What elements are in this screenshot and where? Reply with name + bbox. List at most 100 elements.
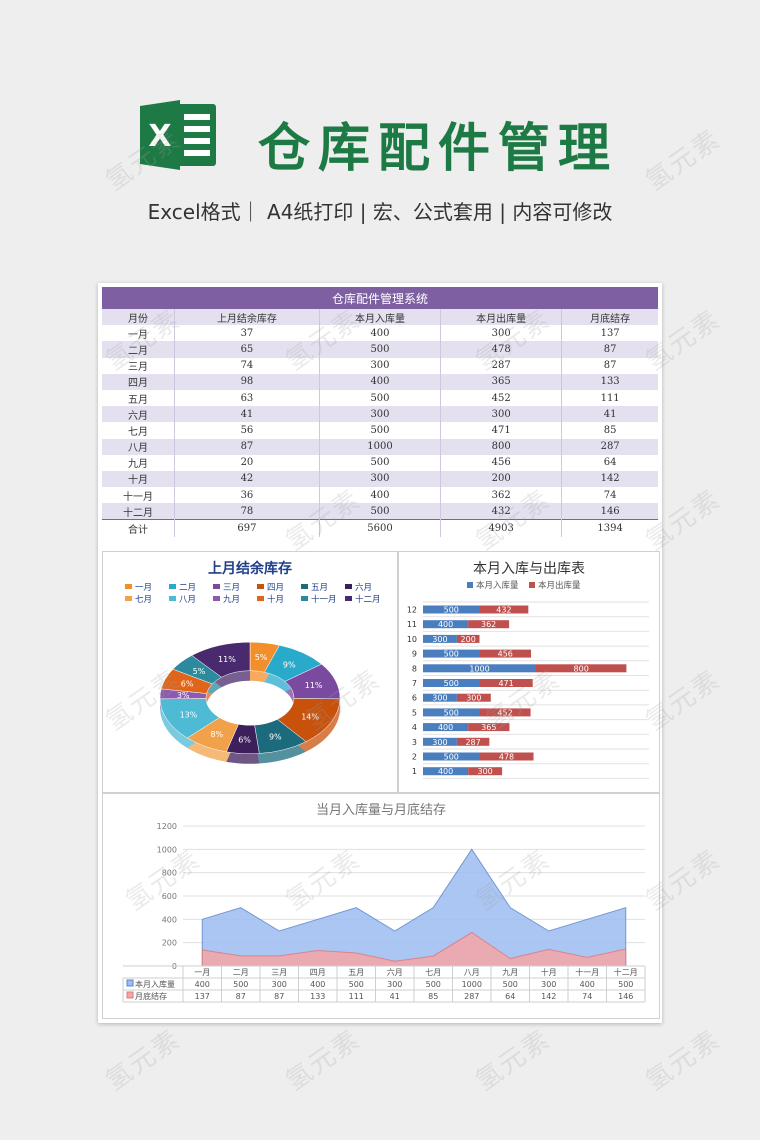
y-tick-label: 8	[412, 664, 417, 673]
y-tick-label: 600	[162, 892, 177, 901]
bar-data-label: 500	[444, 679, 459, 688]
data-table-value: 400	[580, 980, 595, 989]
table-cell: 111	[561, 389, 658, 407]
bar-data-label: 300	[478, 767, 493, 776]
table-row: 五月 63 500 452 111	[102, 389, 658, 407]
table-row: 六月 41 300 300 41	[102, 406, 658, 423]
table-cell: 一月	[102, 325, 175, 342]
logo-letter: X	[148, 119, 171, 154]
bar-data-label: 365	[481, 723, 496, 732]
table-cell: 365	[440, 373, 563, 390]
data-table-value: 500	[233, 980, 248, 989]
y-tick-label: 12	[407, 606, 417, 615]
table-row: 十月 42 300 200 142	[102, 470, 658, 488]
table-cell: 287	[440, 357, 563, 374]
bar-data-label: 500	[444, 753, 459, 762]
area-chart-panel: 当月入库量与月底结存 020040060080010001200一月二月三月四月…	[102, 793, 660, 1019]
legend-swatch	[301, 596, 308, 601]
table-header-row: 月份 上月结余库存 本月入库量 本月出库量 月底结存	[102, 309, 658, 326]
y-tick-label: 9	[412, 650, 417, 659]
bar-data-label: 300	[432, 635, 447, 644]
table-cell: 300	[319, 406, 442, 423]
watermark-text: 氢元素	[470, 1024, 557, 1097]
table-row: 一月 37 400 300 137	[102, 325, 658, 342]
table-row: 四月 98 400 365 133	[102, 373, 658, 390]
table-cell: 九月	[102, 454, 175, 471]
table-cell: 二月	[102, 341, 175, 358]
donut-data-label: 9%	[269, 732, 282, 741]
table-cell: 36	[174, 487, 320, 504]
data-table-value: 111	[349, 992, 364, 1001]
page-subtitle: Excel格式｜ A4纸打印 | 宏、公式套用 | 内容可修改	[147, 200, 613, 224]
legend-label: 四月	[267, 583, 284, 593]
data-table-value: 133	[310, 992, 325, 1001]
table-cell: 697	[174, 519, 320, 537]
bar-data-label: 800	[574, 664, 589, 673]
table-cell: 98	[174, 373, 320, 390]
table-cell: 1000	[319, 438, 442, 455]
table-cell: 87	[174, 438, 320, 455]
table-cell: 56	[174, 422, 320, 439]
data-table-value: 146	[618, 992, 633, 1001]
page-title: 仓库配件管理	[258, 119, 619, 179]
donut-data-label: 11%	[305, 681, 323, 690]
donut-chart-panel: 上月结余库存 一月 二月 三月 四月 五月 六月 七月 八月 九月 十月 十一月 十二月 5% 9% 11%…	[102, 551, 398, 793]
bar-chart: 本月入库量 本月出库量12 500 43211 400 36210 300 2009 500 45…	[407, 580, 649, 779]
bar-data-label: 400	[438, 767, 453, 776]
legend-swatch	[169, 596, 176, 601]
table-cell: 5600	[319, 519, 442, 537]
table-title: 仓库配件管理系统	[102, 287, 658, 309]
legend-label: 三月	[223, 583, 240, 593]
table-cell: 65	[174, 341, 320, 358]
table-cell: 41	[561, 406, 658, 423]
legend-label: 本月出库量	[538, 580, 581, 591]
table-cell: 400	[319, 325, 442, 342]
table-cell: 362	[440, 487, 563, 504]
table-cell: 七月	[102, 422, 175, 439]
donut-data-label: 5%	[255, 653, 268, 662]
bar-data-label: 500	[444, 606, 459, 615]
watermark-text: 氢元素	[640, 124, 727, 197]
table-cell: 500	[319, 454, 442, 471]
x-tick-label: 十二月	[614, 967, 638, 977]
legend-label: 本月入库量	[476, 580, 519, 591]
legend-label: 十一月	[311, 594, 337, 605]
table-cell: 78	[174, 503, 320, 520]
legend-label: 七月	[135, 595, 152, 605]
data-table-value: 500	[426, 980, 441, 989]
table-cell: 133	[561, 373, 658, 390]
legend-swatch	[301, 584, 308, 589]
legend-label: 六月	[355, 582, 372, 593]
data-table-value: 142	[541, 992, 556, 1001]
table-cell: 452	[440, 389, 563, 407]
data-table-value: 74	[582, 992, 592, 1001]
data-table-value: 300	[541, 980, 556, 989]
spreadsheet-sheet: 仓库配件管理系统 月份 上月结余库存 本月入库量 本月出库量 月底结存 一月 37…	[98, 283, 662, 1023]
data-table-value: 287	[464, 992, 479, 1001]
bar-data-label: 456	[498, 650, 513, 659]
x-tick-label: 三月	[271, 968, 287, 977]
table-cell: 300	[319, 357, 442, 374]
x-tick-label: 七月	[425, 968, 441, 977]
data-table-value: 400	[195, 980, 210, 989]
legend-swatch	[467, 582, 473, 588]
table-cell: 432	[440, 503, 563, 520]
table-cell: 146	[561, 503, 658, 520]
bar-data-label: 362	[481, 620, 496, 629]
y-tick-label: 11	[407, 620, 417, 629]
y-tick-label: 6	[412, 694, 417, 703]
column-header: 月底结存	[561, 309, 658, 326]
x-tick-label: 九月	[502, 968, 518, 977]
data-table-value: 500	[503, 980, 518, 989]
table-cell: 471	[440, 422, 563, 439]
table-row: 十二月 78 500 432 146	[102, 503, 658, 520]
table-cell: 37	[174, 325, 320, 342]
bar-data-label: 500	[444, 708, 459, 717]
donut-data-label: 5%	[193, 667, 206, 676]
y-tick-label: 10	[407, 635, 417, 644]
legend-swatch	[213, 584, 220, 589]
legend-swatch	[345, 584, 352, 589]
donut-data-label: 14%	[301, 712, 319, 721]
bar-data-label: 500	[444, 650, 459, 659]
y-tick-label: 1200	[157, 822, 177, 831]
